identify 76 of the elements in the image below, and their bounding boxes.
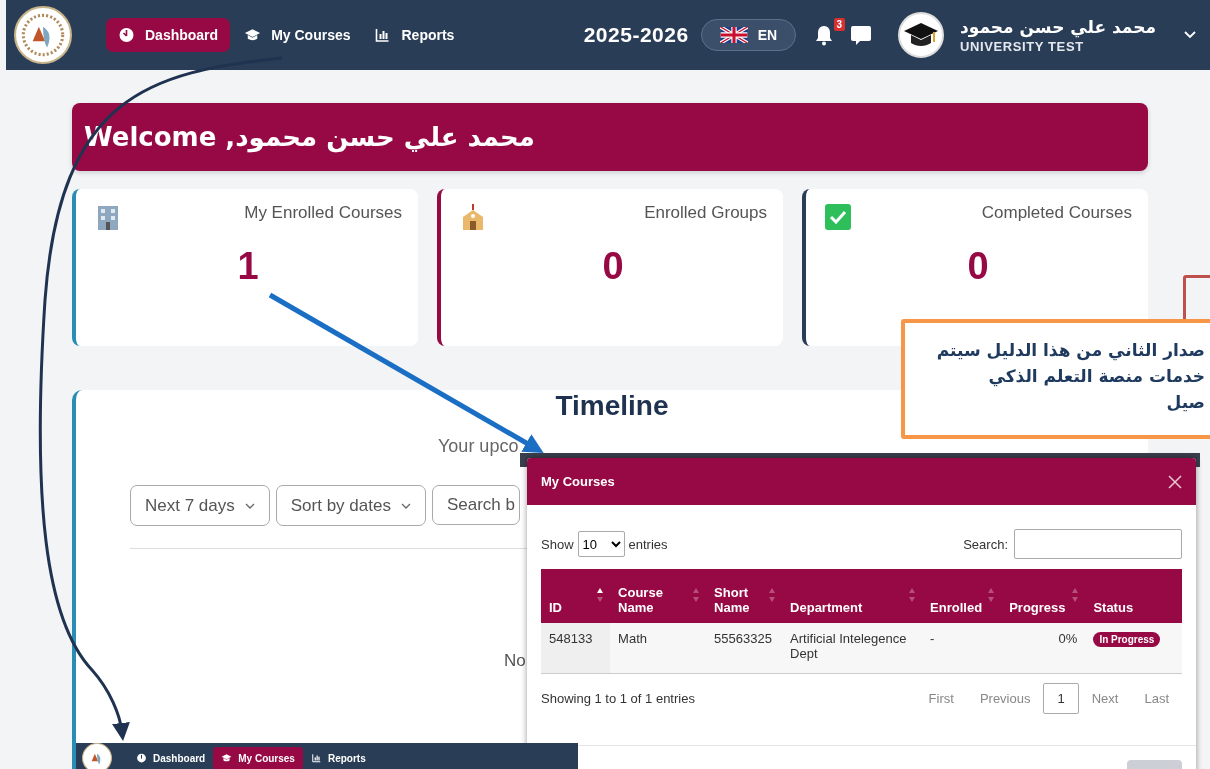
pagination-link[interactable]: 1 (1043, 683, 1079, 714)
callout-text: صيل (1166, 391, 1205, 414)
column-header[interactable]: ID (541, 569, 611, 623)
entries-label: entries (628, 536, 668, 552)
column-header[interactable]: Short Name (706, 569, 783, 623)
chat-icon[interactable] (850, 24, 873, 46)
pagination-link[interactable]: Previous (966, 684, 1044, 713)
academic-year: 2025-2026 (583, 23, 689, 47)
page-size-select[interactable]: 10 (577, 531, 625, 557)
table-cell: - (922, 623, 1002, 674)
graduation-cap-icon (244, 27, 262, 43)
column-header[interactable]: Department (782, 569, 923, 623)
sort-icon (987, 587, 996, 603)
university-logo[interactable] (82, 743, 112, 769)
bell-icon[interactable] (814, 24, 835, 46)
graduation-cap-icon (221, 753, 233, 763)
nav-link[interactable]: My Courses (234, 18, 361, 52)
bar-chart-icon (374, 27, 392, 43)
stat-value: 0 (602, 245, 624, 288)
nav-link[interactable]: Reports (302, 746, 374, 769)
welcome-banner: Welcome ,محمد علي حسن محمود (72, 103, 1148, 171)
bar-chart-icon (310, 753, 322, 763)
caret-icon[interactable] (1184, 31, 1196, 39)
dialog-title: My Courses (541, 474, 615, 489)
column-header[interactable]: Status (1085, 569, 1182, 623)
table-cell: 55563325 (706, 623, 783, 674)
table-cell: 548133 (541, 623, 611, 674)
pagination-link[interactable]: Next (1078, 684, 1132, 713)
stat-value: 0 (967, 245, 989, 288)
table-cell: Math (610, 623, 707, 674)
column-header[interactable]: Course Name (610, 569, 707, 623)
gauge-icon (136, 753, 147, 763)
callout-text: خدمات منصة التعلم الذكي (988, 365, 1205, 389)
timeline-subtitle: Your upco (438, 436, 519, 456)
notification-count: 3 (833, 18, 846, 31)
user-organization: UNIVERSITY TEST (960, 38, 1085, 54)
nav-link[interactable]: Dashboard (106, 18, 231, 52)
user-name: محمد علي حسن محمود (960, 16, 1156, 37)
graduation-cap-avatar[interactable] (898, 12, 945, 58)
stat-label: Enrolled Groups (644, 203, 767, 223)
sort-icon (768, 587, 777, 603)
stat-label: My Enrolled Courses (244, 203, 402, 223)
stat-value: 1 (237, 245, 259, 288)
pagination-link[interactable]: First (915, 684, 967, 713)
table-cell: 0% (1001, 623, 1086, 674)
chevron-down-icon (244, 502, 255, 509)
gauge-icon (118, 27, 135, 43)
sort-icon (908, 587, 917, 603)
close-icon[interactable] (1168, 474, 1182, 489)
pagination-link[interactable]: Last (1131, 684, 1182, 713)
chevron-down-icon (400, 502, 411, 509)
nav-link[interactable]: My Courses (213, 746, 303, 769)
checkmark-icon (824, 203, 852, 231)
column-header[interactable]: Enrolled (922, 569, 1002, 623)
flag-icon (719, 27, 748, 43)
nav-link[interactable]: Reports (364, 18, 465, 52)
timeline-title: Timeline (554, 390, 670, 422)
sort-icon (692, 587, 701, 603)
status-badge: In Progress (1093, 632, 1161, 647)
table-cell: Artificial Intelegence Dept (782, 623, 923, 674)
sort-icon (596, 587, 605, 603)
empty-message: No (504, 651, 526, 670)
callout-text: صدار الثاني من هذا الدليل سيتم (936, 339, 1205, 363)
university-logo[interactable] (14, 6, 72, 64)
sort-icon (1071, 587, 1080, 603)
filter-dropdown[interactable]: Sort by dates (275, 485, 426, 526)
filter-dropdown[interactable]: Next 7 days (130, 485, 270, 526)
search-field[interactable]: Search b (431, 485, 520, 525)
language-button[interactable]: EN (700, 19, 797, 51)
nav-link[interactable]: Dashboard (128, 746, 214, 769)
stat-label: Completed Courses (981, 203, 1132, 223)
entries-info: Showing 1 to 1 of 1 entries (541, 691, 695, 706)
column-header[interactable]: Progress (1001, 569, 1086, 623)
search-label: Search: (963, 536, 1008, 552)
show-label: Show (541, 536, 574, 552)
search-field[interactable] (1014, 529, 1182, 559)
